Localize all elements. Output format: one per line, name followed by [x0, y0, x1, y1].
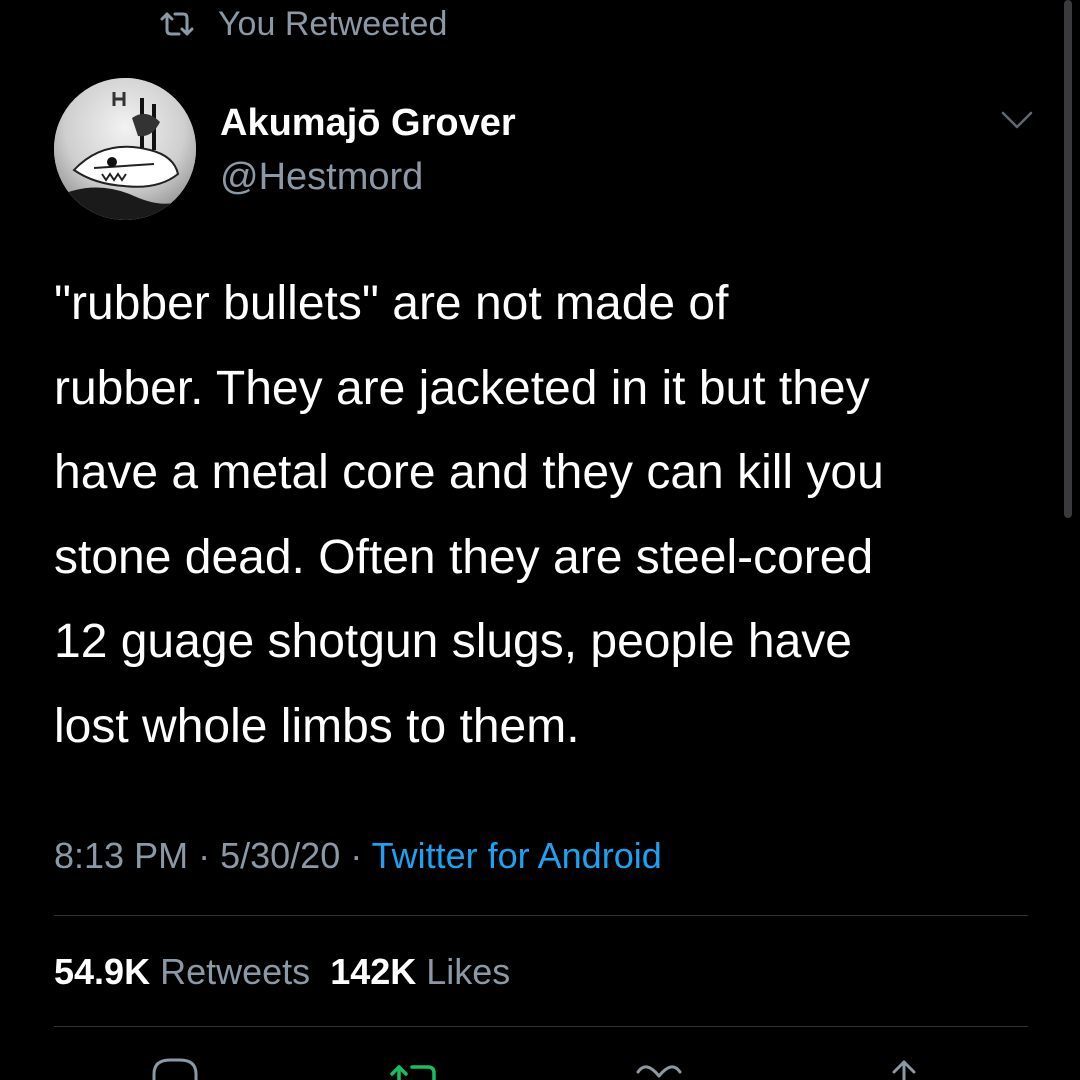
likes-count: 142K — [330, 951, 417, 992]
tweet-text: "rubber bullets" are not made of rubber.… — [54, 262, 1044, 769]
meta-separator: · — [350, 835, 363, 876]
reply-icon[interactable] — [150, 1056, 200, 1080]
tweet-text-line: have a metal core and they can kill you — [54, 446, 884, 499]
retweet-icon[interactable] — [386, 1056, 442, 1080]
share-icon[interactable] — [884, 1056, 924, 1080]
likes-label: Likes — [426, 951, 511, 992]
tweet-text-line: rubber. They are jacketed in it but they — [54, 361, 870, 415]
author-info[interactable]: Akumajō Grover @Hestmord — [220, 98, 516, 202]
tweet-date: 5/30/20 — [220, 835, 341, 876]
tweet-text-line: stone dead. Often they are steel-cored — [54, 530, 874, 584]
tweet-text-line: 12 guage shotgun slugs, people have — [54, 615, 852, 668]
retweets-count: 54.9K — [54, 951, 151, 992]
likes-stat[interactable]: 142K Likes — [330, 951, 510, 992]
scrollbar[interactable] — [1064, 0, 1072, 518]
divider — [54, 1026, 1028, 1027]
retweet-icon — [160, 12, 194, 36]
tweet-time: 8:13 PM — [54, 835, 189, 876]
tweet-meta: 8:13 PM · 5/30/20 · Twitter for Android — [54, 832, 662, 880]
avatar-image — [54, 78, 196, 220]
chevron-down-icon[interactable] — [1000, 108, 1034, 132]
meta-separator: · — [198, 835, 211, 876]
retweets-label: Retweets — [160, 951, 311, 992]
avatar[interactable] — [54, 78, 196, 220]
tweet-text-line: "rubber bullets" are not made of — [54, 277, 729, 330]
retweets-stat[interactable]: 54.9K Retweets — [54, 951, 310, 992]
tweet-text-line: lost whole limbs to them. — [54, 699, 580, 753]
like-icon[interactable] — [634, 1056, 684, 1080]
tweet-stats: 54.9K Retweets 142K Likes — [54, 948, 510, 996]
tweet-source-link[interactable]: Twitter for Android — [372, 835, 662, 876]
retweet-context-label: You Retweeted — [218, 4, 448, 43]
author-handle[interactable]: @Hestmord — [220, 152, 516, 202]
divider — [54, 915, 1028, 916]
retweet-context: You Retweeted — [158, 0, 447, 48]
author-display-name[interactable]: Akumajō Grover — [220, 98, 516, 148]
